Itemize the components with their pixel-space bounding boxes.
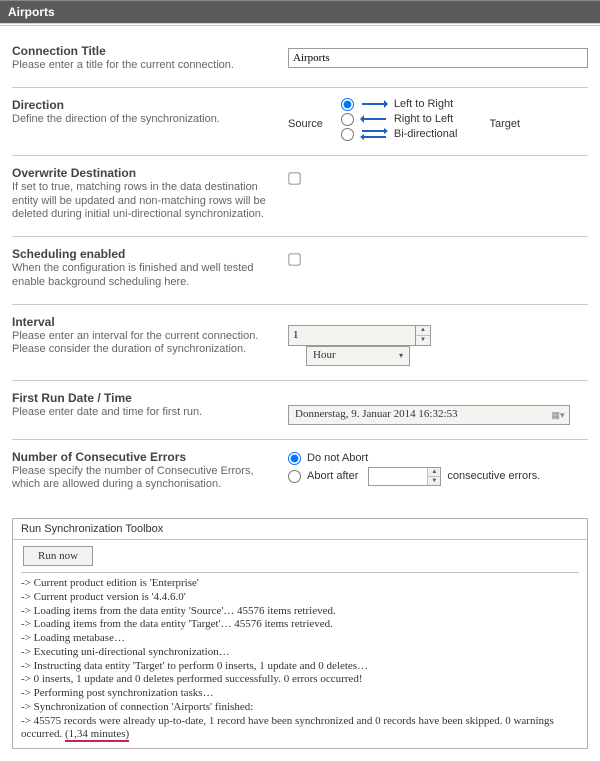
abort-after-label: Abort after [307, 470, 358, 482]
section-interval: Interval Please enter an interval for th… [12, 305, 588, 381]
direction-radio-bi[interactable] [341, 128, 354, 141]
section-first-run: First Run Date / Time Please enter date … [12, 381, 588, 440]
abort-suffix-label: consecutive errors. [447, 470, 540, 482]
interval-spinner[interactable]: ▲ ▼ [288, 325, 588, 346]
section-connection-title: Connection Title Please enter a title fo… [12, 34, 588, 88]
abort-count-input[interactable] [369, 468, 427, 485]
interval-unit-value: Hour [307, 347, 393, 365]
direction-option-bi[interactable]: Bi-directional [341, 128, 458, 141]
log-line: -> Instructing data entity 'Target' to p… [21, 660, 579, 674]
direction-radio-rtl[interactable] [341, 113, 354, 126]
first-run-desc: Please enter date and time for first run… [12, 406, 270, 420]
direction-option-ltr[interactable]: Left to Right [341, 98, 458, 111]
toolbox-title: Run Synchronization Toolbox [13, 519, 587, 540]
section-overwrite: Overwrite Destination If set to true, ma… [12, 156, 588, 237]
log-timing: (1,34 minutes) [65, 728, 129, 742]
log-line: -> Executing uni-directional synchroniza… [21, 646, 579, 660]
interval-spin-up-icon[interactable]: ▲ [416, 326, 430, 336]
errors-desc: Please specify the number of Consecutive… [12, 465, 270, 493]
direction-option-ltr-label: Left to Right [392, 98, 453, 110]
scheduling-label: Scheduling enabled [12, 247, 270, 261]
first-run-datetime-value: Donnerstag, 9. Januar 2014 16:32:53 [289, 406, 547, 424]
abort-radio-after[interactable] [288, 470, 301, 483]
direction-option-rtl[interactable]: Right to Left [341, 113, 458, 126]
log-line: -> Loading items from the data entity 'S… [21, 605, 579, 619]
abort-count-spinner[interactable]: ▲ ▼ [368, 467, 441, 486]
log-line: -> 0 inserts, 1 update and 0 deletes per… [21, 673, 579, 687]
overwrite-desc: If set to true, matching rows in the dat… [12, 181, 270, 222]
calendar-dropdown-icon[interactable]: ▦▾ [547, 406, 569, 424]
scheduling-checkbox[interactable] [288, 253, 300, 265]
arrow-rtl-icon [360, 113, 388, 125]
interval-unit-combo[interactable]: Hour ▾ [306, 346, 410, 366]
arrow-ltr-icon [360, 98, 388, 110]
connection-title-label: Connection Title [12, 44, 270, 58]
run-now-button[interactable]: Run now [23, 546, 93, 566]
scheduling-desc: When the configuration is finished and w… [12, 262, 270, 290]
sync-log: -> Current product edition is 'Enterpris… [21, 572, 579, 742]
log-line: -> Current product version is '4.4.6.0' [21, 591, 579, 605]
overwrite-checkbox[interactable] [288, 172, 300, 184]
interval-label: Interval [12, 315, 270, 329]
log-line: -> 45575 records were already up-to-date… [21, 715, 579, 743]
log-line: -> Loading metabase… [21, 632, 579, 646]
direction-desc: Define the direction of the synchronizat… [12, 113, 270, 127]
direction-option-rtl-label: Right to Left [392, 113, 453, 125]
interval-spin-down-icon[interactable]: ▼ [416, 336, 430, 345]
log-line: -> Loading items from the data entity 'T… [21, 618, 579, 632]
log-line: -> Current product edition is 'Enterpris… [21, 577, 579, 591]
run-sync-toolbox: Run Synchronization Toolbox Run now -> C… [12, 518, 588, 749]
section-direction: Direction Define the direction of the sy… [12, 88, 588, 156]
connection-title-input[interactable] [288, 48, 588, 68]
log-line: -> Synchronization of connection 'Airpor… [21, 701, 579, 715]
abort-spin-up-icon[interactable]: ▲ [428, 468, 440, 477]
abort-do-not-label: Do not Abort [307, 452, 368, 464]
interval-desc: Please enter an interval for the current… [12, 330, 270, 358]
first-run-datetime-picker[interactable]: Donnerstag, 9. Januar 2014 16:32:53 ▦▾ [288, 405, 570, 425]
chevron-down-icon[interactable]: ▾ [393, 347, 409, 365]
abort-option-after[interactable]: Abort after ▲ ▼ consecutive errors. [288, 467, 588, 486]
overwrite-label: Overwrite Destination [12, 166, 270, 180]
abort-spin-down-icon[interactable]: ▼ [428, 477, 440, 485]
log-line: -> Performing post synchronization tasks… [21, 687, 579, 701]
window-title: Airports [0, 0, 600, 24]
direction-option-bi-label: Bi-directional [392, 128, 458, 140]
first-run-label: First Run Date / Time [12, 391, 270, 405]
abort-option-do-not[interactable]: Do not Abort [288, 452, 588, 465]
direction-label: Direction [12, 98, 270, 112]
section-scheduling: Scheduling enabled When the configuratio… [12, 237, 588, 305]
direction-radio-ltr[interactable] [341, 98, 354, 111]
direction-target-label: Target [457, 108, 538, 130]
direction-source-label: Source [288, 108, 341, 130]
errors-label: Number of Consecutive Errors [12, 450, 270, 464]
section-consecutive-errors: Number of Consecutive Errors Please spec… [12, 440, 588, 507]
connection-title-desc: Please enter a title for the current con… [12, 59, 270, 73]
interval-value-input[interactable] [288, 325, 416, 346]
arrow-bi-icon [360, 128, 388, 140]
abort-radio-do-not[interactable] [288, 452, 301, 465]
